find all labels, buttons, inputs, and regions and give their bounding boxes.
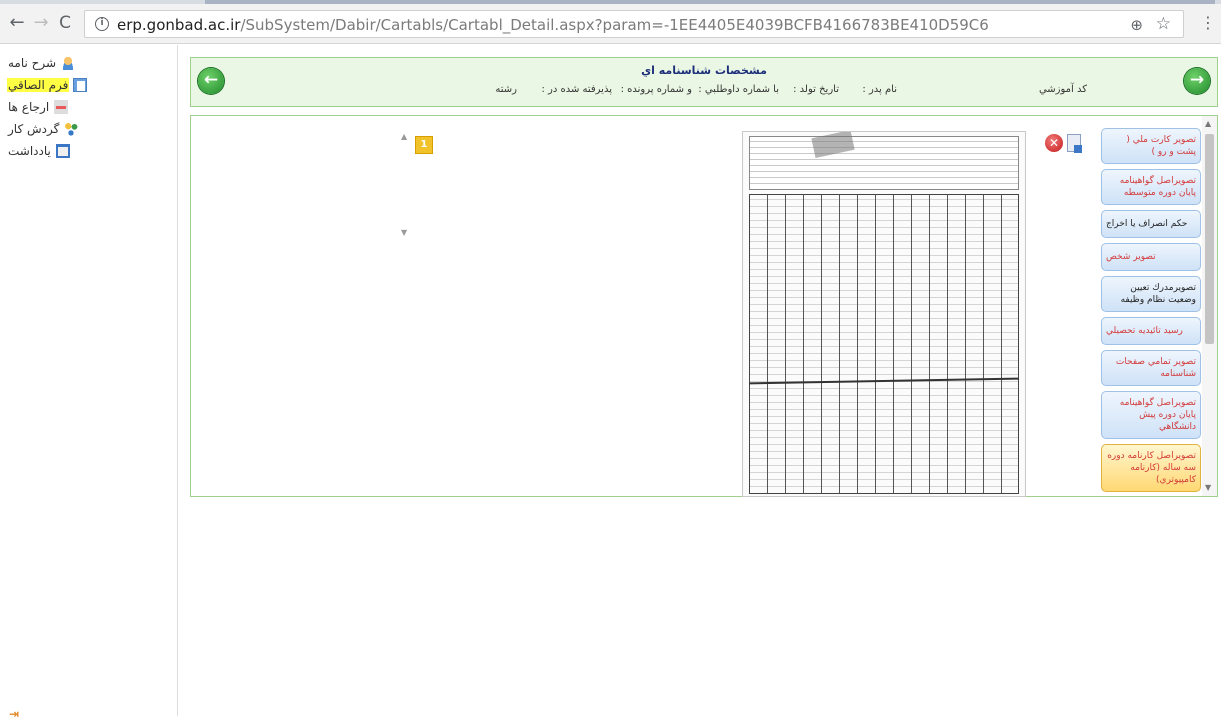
thumbnail-scroller[interactable]: ▲ ▼	[397, 132, 413, 240]
candidate-number-label: با شماره داوطلبي :	[698, 84, 779, 95]
workflow-icon	[64, 122, 79, 136]
sidebar-item-workflow[interactable]: گردش کار	[7, 119, 79, 139]
note-icon	[55, 144, 70, 158]
scroll-up-icon[interactable]: ▲	[401, 132, 407, 141]
doc-button-three-year-transcript[interactable]: تصويراصل كارنامه دوره سه ساله (كارنامه ك…	[1101, 444, 1201, 492]
sidebar-item-label: شرح نامه	[8, 56, 57, 70]
main-scrollbar[interactable]: ▲ ▼	[1202, 116, 1217, 496]
father-name-label: نام پدر :	[862, 84, 897, 95]
forward-icon	[54, 100, 69, 114]
left-sidebar: شرح نامه فرم الصاقي ارجاع ها گردش کار يا…	[0, 45, 178, 721]
doc-button-military-status[interactable]: تصويرمدرك تعيين وضعيت نظام وظيفه	[1101, 276, 1201, 312]
zoom-icon[interactable]: ⊕	[1130, 16, 1143, 34]
doc-button-personal-photo[interactable]: تصوير شخص	[1101, 243, 1201, 271]
transcript-table-scan	[749, 194, 1019, 494]
doc-button-high-school-certificate[interactable]: تصويراصل گواهينامه پايان دوره متوسطه	[1101, 169, 1201, 205]
file-attachment-icon[interactable]	[1067, 134, 1082, 153]
doc-button-national-card[interactable]: تصوير كارت ملي ( پشت و رو )	[1101, 128, 1201, 164]
transcript-header-area	[749, 136, 1019, 190]
url-text[interactable]: erp.gonbad.ac.ir/SubSystem/Dabir/Cartabl…	[117, 16, 989, 34]
doc-button-education-receipt[interactable]: رسيد تائيديه تحصيلي	[1101, 317, 1201, 345]
scrollbar-thumb[interactable]	[1205, 134, 1214, 344]
url-path: /SubSystem/Dabir/Cartabls/Cartabl_Detail…	[240, 16, 989, 34]
birth-date-label: تاريخ تولد :	[793, 84, 839, 95]
document-icon	[73, 78, 88, 92]
document-viewer-panel: ▲ ▼ 1 ✕ تصوير كارت ملي ( پشت و رو ) تصوي…	[190, 115, 1218, 497]
bookmark-star-icon[interactable]: ☆	[1156, 14, 1171, 34]
doc-button-label: تصوير شخص	[1106, 252, 1156, 262]
doc-button-label: تصوير كارت ملي ( پشت و رو )	[1126, 135, 1196, 157]
exit-icon[interactable]: ⇥	[9, 707, 19, 721]
scroll-down-icon[interactable]: ▼	[1205, 483, 1211, 492]
sidebar-item-label: فرم الصاقي	[7, 78, 70, 92]
sidebar-item-label: گردش کار	[8, 122, 60, 136]
page-title: مشخصات شناسنامه اي	[641, 64, 767, 77]
doc-button-withdrawal-order[interactable]: حكم انصراف يا اخراج	[1101, 210, 1201, 238]
accepted-in-label: پذيرفته شده در :	[541, 84, 612, 95]
page-number-badge[interactable]: 1	[415, 136, 433, 154]
sidebar-item-referrals[interactable]: ارجاع ها	[7, 97, 69, 117]
next-arrow-icon[interactable]: →	[1184, 68, 1210, 94]
student-info-header: ← مشخصات شناسنامه اي كد آموزشي نام پدر :…	[190, 57, 1218, 107]
scroll-down-icon[interactable]: ▼	[401, 228, 407, 237]
browser-toolbar: ← → C i erp.gonbad.ac.ir/SubSystem/Dabir…	[0, 4, 1221, 44]
reload-icon[interactable]: C	[54, 12, 76, 34]
sidebar-item-attached-form[interactable]: فرم الصاقي	[7, 75, 88, 95]
major-label: رشته	[495, 84, 517, 95]
sidebar-item-label: يادداشت	[8, 144, 51, 158]
scanned-transcript-image	[742, 131, 1026, 497]
document-type-list: تصوير كارت ملي ( پشت و رو ) تصويراصل گوا…	[1101, 128, 1203, 497]
sidebar-item-notes[interactable]: يادداشت	[7, 141, 70, 161]
case-number-label: و شماره پرونده :	[620, 84, 692, 95]
scroll-up-icon[interactable]: ▲	[1205, 119, 1211, 128]
doc-button-label: تصويرمدرك تعيين وضعيت نظام وظيفه	[1120, 283, 1196, 305]
address-bar[interactable]: i erp.gonbad.ac.ir/SubSystem/Dabir/Carta…	[84, 10, 1184, 38]
person-icon	[61, 56, 76, 70]
doc-button-pre-university-certificate[interactable]: تصويراصل گواهينامه پايان دوره پيش دانشگا…	[1101, 391, 1201, 439]
doc-button-label: رسيد تائيديه تحصيلي	[1106, 326, 1183, 336]
doc-button-label: حكم انصراف يا اخراج	[1106, 219, 1188, 229]
sidebar-item-letter-description[interactable]: شرح نامه	[7, 53, 76, 73]
doc-button-birth-certificate-pages[interactable]: تصوير تمامي صفحات شناسنامه	[1101, 350, 1201, 386]
student-code-label: كد آموزشي	[1038, 84, 1087, 95]
doc-button-label: تصويراصل كارنامه دوره سه ساله (كارنامه ك…	[1107, 451, 1196, 485]
doc-button-label: تصوير تمامي صفحات شناسنامه	[1115, 357, 1196, 379]
close-icon[interactable]: ✕	[1045, 134, 1063, 152]
doc-button-label: تصويراصل گواهينامه پايان دوره متوسطه	[1119, 176, 1196, 198]
sidebar-item-label: ارجاع ها	[8, 100, 50, 114]
forward-arrow-icon[interactable]: →	[30, 12, 52, 34]
url-host: erp.gonbad.ac.ir	[117, 16, 241, 34]
back-arrow-icon[interactable]: ←	[6, 12, 28, 34]
doc-button-label: تصويراصل گواهينامه پايان دوره پيش دانشگا…	[1119, 398, 1196, 432]
browser-menu-icon[interactable]: ⋮	[1200, 14, 1216, 32]
site-info-icon[interactable]: i	[95, 17, 109, 31]
